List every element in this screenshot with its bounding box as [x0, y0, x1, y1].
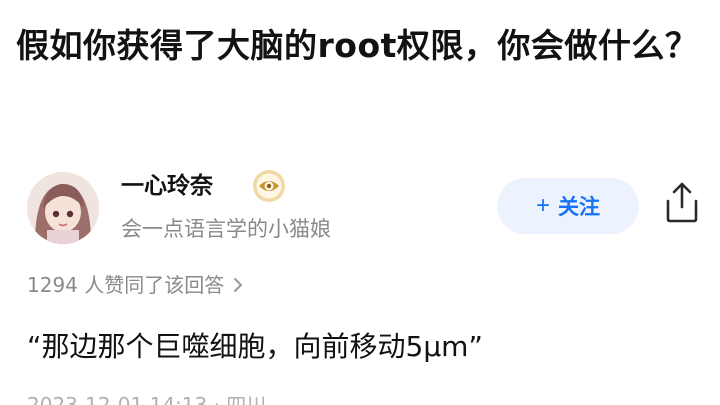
- plus-icon: +: [535, 192, 550, 219]
- golden-eye-badge-icon: [253, 170, 285, 202]
- follow-button[interactable]: + 关注: [497, 178, 639, 234]
- answer-meta: 2023-12-01 14:13 · 四川: [27, 393, 267, 405]
- follow-label: 关注: [558, 196, 600, 219]
- share-icon[interactable]: [662, 180, 702, 224]
- upvote-text: 1294 人赞同了该回答: [27, 273, 225, 297]
- question-title[interactable]: 假如你获得了大脑的root权限，你会做什么？: [16, 20, 706, 72]
- anime-girl-avatar-icon: [27, 172, 99, 244]
- answer-body[interactable]: “那边那个巨噬细胞，向前移动5μm”: [27, 326, 483, 368]
- upvote-count-link[interactable]: 1294 人赞同了该回答: [27, 270, 244, 300]
- chevron-right-icon: [234, 278, 243, 292]
- answer-page: 假如你获得了大脑的root权限，你会做什么？ 一心玲奈 会一点语言学的小猫娘 +…: [0, 0, 720, 405]
- author-row: 一心玲奈 会一点语言学的小猫娘 + 关注: [0, 158, 720, 248]
- author-bio: 会一点语言学的小猫娘: [121, 217, 331, 241]
- author-name[interactable]: 一心玲奈: [121, 170, 213, 202]
- author-avatar[interactable]: [27, 172, 99, 244]
